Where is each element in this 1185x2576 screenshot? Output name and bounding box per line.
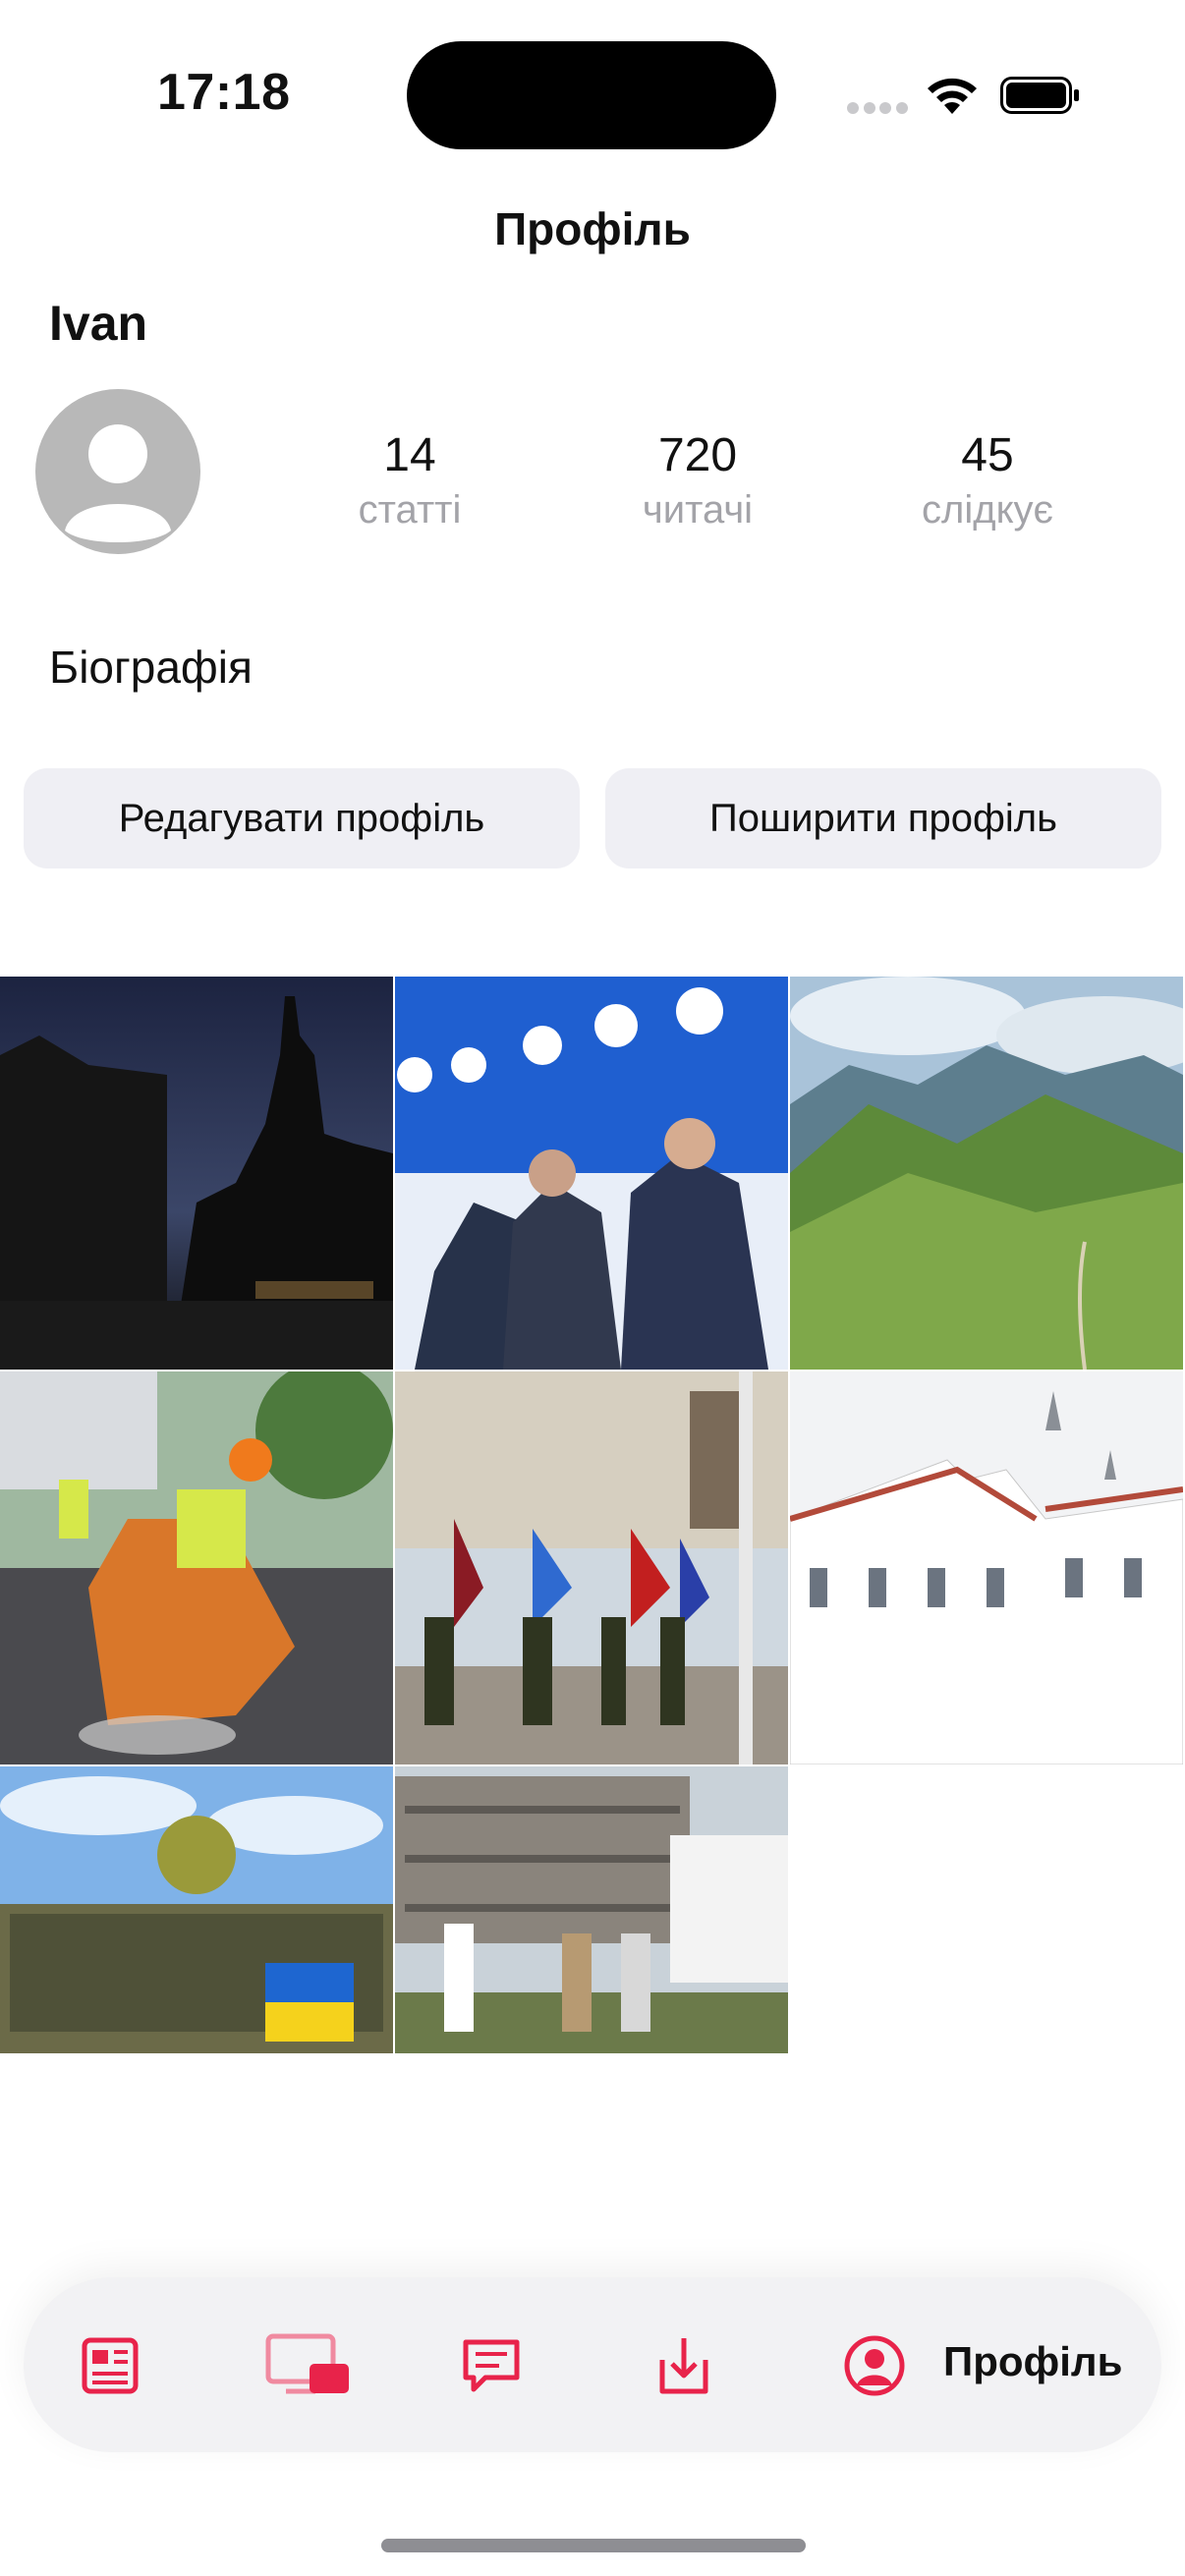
person-circle-icon [844, 2335, 905, 2396]
stat-articles-label: статті [358, 488, 462, 532]
edit-profile-button[interactable]: Редагувати профіль [24, 768, 580, 868]
bio-label: Біографія [49, 642, 253, 693]
photo-night-city[interactable] [0, 977, 393, 1370]
home-indicator[interactable] [381, 2539, 806, 2552]
profile-stats: 14 статті 720 читачі 45 слідкує [295, 428, 1159, 546]
stat-articles-value: 14 [383, 429, 436, 481]
cellular-signal-icon [847, 100, 908, 116]
photo-construction-visit[interactable] [395, 1766, 788, 2053]
stat-readers[interactable]: 720 читачі [570, 428, 825, 532]
stat-readers-value: 720 [657, 429, 738, 481]
stat-following-value: 45 [961, 429, 1014, 481]
tab-messages[interactable] [452, 2326, 531, 2405]
dynamic-island [407, 41, 776, 149]
avatar[interactable] [35, 389, 200, 554]
tab-news[interactable] [71, 2326, 149, 2405]
status-time: 17:18 [157, 64, 291, 121]
chat-icon [463, 2339, 520, 2392]
tab-bar: Профіль [24, 2277, 1161, 2452]
wifi-icon [924, 71, 981, 116]
page-title: Профіль [494, 203, 691, 254]
photo-military-ceremony[interactable] [395, 1372, 788, 1764]
tab-profile-label[interactable]: Профіль [943, 2338, 1122, 2385]
photo-white-castle[interactable] [790, 1372, 1183, 1764]
devices-icon [265, 2333, 349, 2394]
stat-articles[interactable]: 14 статті [282, 428, 537, 532]
stat-following[interactable]: 45 слідкує [860, 428, 1115, 532]
status-bar: 17:18 [0, 0, 1185, 187]
tab-profile[interactable] [835, 2326, 914, 2405]
download-tray-icon [659, 2338, 708, 2394]
person-placeholder-icon [65, 424, 171, 542]
photo-conference-panel[interactable] [395, 977, 788, 1370]
share-profile-button[interactable]: Поширити профіль [605, 768, 1161, 868]
username: Ivan [49, 296, 148, 351]
tab-downloads[interactable] [645, 2326, 723, 2405]
battery-icon [1000, 77, 1081, 114]
photo-mountain-valley[interactable] [790, 977, 1183, 1370]
tab-devices[interactable] [259, 2326, 358, 2405]
stat-readers-label: читачі [642, 488, 754, 532]
photo-road-workers[interactable] [0, 1372, 393, 1764]
photo-soldiers-flag[interactable] [0, 1766, 393, 2053]
stat-following-label: слідкує [922, 488, 1053, 532]
newspaper-icon [82, 2337, 139, 2394]
